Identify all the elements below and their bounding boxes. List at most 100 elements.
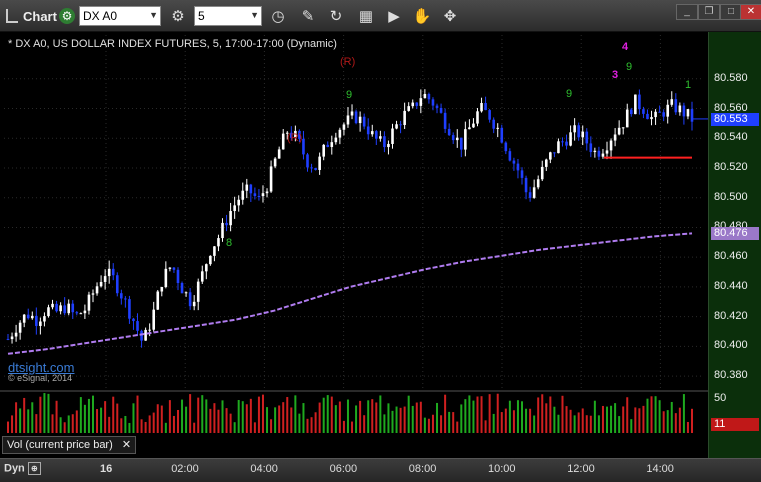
last-price-badge: 80.553: [711, 112, 759, 126]
candle-body: [662, 112, 665, 117]
candle-body: [375, 131, 378, 139]
candle-body: [532, 187, 536, 198]
candle-body: [354, 111, 358, 124]
volume-last-badge: 11: [711, 418, 759, 431]
volume-bar: [642, 405, 645, 433]
candle-body: [488, 110, 491, 120]
candle-body: [654, 111, 657, 118]
volume-bar: [225, 408, 228, 433]
candle-body: [415, 102, 419, 106]
volume-bar: [63, 422, 66, 433]
volume-bar: [456, 421, 459, 433]
volume-bar: [286, 397, 289, 433]
volume-bar: [19, 408, 22, 433]
volume-bar: [440, 415, 443, 433]
signal-annotation: (R): [340, 56, 355, 68]
candle-body: [241, 190, 245, 200]
volume-bar: [168, 400, 171, 433]
candle-body: [476, 111, 479, 124]
candle-body: [609, 140, 613, 151]
volume-bar: [634, 407, 637, 433]
volume-bar: [330, 396, 333, 433]
volume-bar: [593, 400, 596, 433]
candle-body: [196, 281, 200, 302]
volume-bar: [75, 410, 78, 433]
candle-body: [480, 102, 483, 112]
volume-bar: [492, 413, 495, 433]
candle-body: [217, 238, 220, 247]
close-icon[interactable]: ✕: [122, 439, 131, 451]
candle-body: [666, 104, 670, 117]
volume-bar: [666, 410, 669, 433]
candle-body: [338, 129, 342, 138]
volume-tick-50: 50: [714, 392, 727, 404]
candle-body: [176, 269, 180, 284]
volume-bar: [79, 397, 82, 433]
volume-bar: [375, 402, 378, 433]
candle-body: [565, 141, 568, 146]
volume-bar: [160, 405, 163, 433]
candle-body: [524, 177, 528, 193]
candle-body: [281, 133, 285, 150]
volume-bar: [213, 403, 216, 433]
volume-bar: [496, 393, 499, 433]
volume-bar: [577, 412, 580, 433]
candle-body: [273, 158, 277, 167]
candle-body: [431, 99, 435, 106]
candle-body: [613, 134, 617, 141]
candle-body: [464, 129, 467, 150]
candle-body: [164, 268, 168, 288]
volume-bar: [488, 394, 491, 433]
volume-bar: [120, 418, 123, 433]
candle-body: [192, 301, 196, 307]
volume-bar: [391, 410, 394, 433]
volume-bar: [359, 400, 362, 433]
candle-body: [593, 150, 597, 153]
volume-bar: [399, 407, 402, 433]
y-tick-label: 80.420: [714, 309, 748, 322]
volume-bar: [682, 394, 685, 433]
volume-study-label[interactable]: Vol (current price bar) ✕: [2, 436, 137, 454]
y-tick-label: 80.540: [714, 131, 748, 144]
candle-body: [71, 303, 75, 313]
volume-bar: [274, 407, 277, 433]
dyn-text: Dyn: [4, 462, 25, 475]
volume-bar: [561, 395, 564, 433]
volume-bar: [630, 419, 633, 433]
candle-body: [209, 255, 212, 265]
volume-bar: [334, 405, 337, 433]
candle-body: [39, 321, 42, 326]
volume-bar: [691, 408, 693, 433]
candle-body: [549, 152, 552, 160]
volume-bar: [310, 417, 313, 433]
volume-label-text: Vol (current price bar): [7, 439, 113, 451]
zoom-icon[interactable]: ⊕: [27, 462, 41, 475]
volume-bar: [622, 406, 625, 433]
candle-body: [200, 271, 204, 282]
y-tick-label: 80.500: [714, 190, 748, 203]
candle-body: [407, 106, 410, 111]
candle-body: [670, 99, 674, 105]
volume-bar: [686, 421, 689, 433]
volume-bar: [298, 413, 301, 433]
volume-bar: [176, 409, 179, 433]
volume-bar: [181, 399, 184, 433]
volume-bar: [35, 414, 38, 433]
volume-bar: [553, 406, 556, 433]
dyn-label[interactable]: Dyn ⊕: [4, 462, 41, 475]
volume-bar: [132, 403, 135, 433]
signal-annotation: 9: [346, 89, 352, 101]
volume-bar: [650, 396, 653, 433]
volume-bar: [606, 406, 609, 433]
x-tick-label: 12:00: [567, 463, 595, 475]
volume-bar: [156, 404, 159, 433]
volume-bar: [407, 395, 410, 433]
volume-bar: [395, 406, 398, 433]
candle-body: [472, 123, 475, 128]
candle-body: [103, 276, 107, 282]
volume-bar: [185, 406, 188, 433]
candle-body: [156, 291, 160, 310]
candle-body: [512, 160, 516, 164]
candle-body: [411, 102, 415, 107]
volume-bar: [662, 411, 665, 433]
